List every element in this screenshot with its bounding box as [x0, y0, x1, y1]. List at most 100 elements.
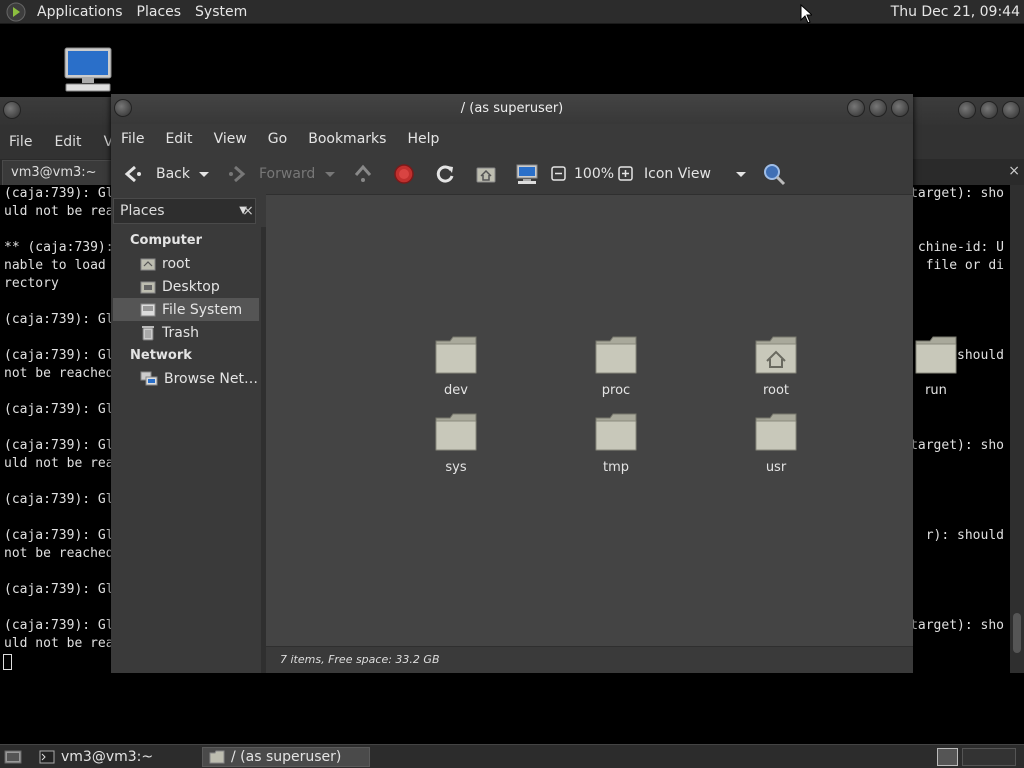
sidebar-item-desktop[interactable]: Desktop: [113, 275, 259, 298]
help-menu[interactable]: Help: [407, 131, 439, 147]
terminal-line-right: file or di: [925, 258, 1004, 273]
terminal-minimize-button[interactable]: [958, 101, 976, 119]
zoom-out-button[interactable]: [551, 154, 567, 194]
back-history-dropdown[interactable]: [198, 154, 210, 194]
forward-history-dropdown[interactable]: [324, 154, 336, 194]
caja-close-button[interactable]: [891, 99, 909, 117]
file-item[interactable]: sys: [411, 412, 501, 475]
zoom-in-button[interactable]: [618, 154, 634, 194]
folder-icon: [435, 413, 477, 451]
terminal-line: (caja:739): Gl: [4, 186, 114, 201]
terminal-line: uld not be rea: [4, 456, 114, 471]
show-desktop-icon: [4, 750, 22, 764]
status-bar: 7 items, Free space: 33.2 GB: [266, 646, 913, 673]
main-toolbar: Back Forward 100% Icon View: [111, 154, 913, 194]
terminal-line: (caja:739): Gl: [4, 312, 114, 327]
file-item[interactable]: run: [891, 335, 981, 398]
forward-label: Forward: [259, 166, 316, 182]
places-sidebar: Computer root Desktop File System Trash …: [111, 227, 261, 673]
places-menu[interactable]: Places: [130, 0, 189, 24]
go-menu[interactable]: Go: [268, 131, 287, 147]
network-icon: [140, 371, 158, 385]
terminal-line: uld not be rea: [4, 204, 114, 219]
file-name: root: [762, 383, 790, 398]
forward-button[interactable]: Forward: [225, 154, 315, 194]
clock[interactable]: Thu Dec 21, 09:44: [891, 0, 1020, 24]
folder-icon: [435, 336, 477, 374]
terminal-menu-button[interactable]: [3, 101, 21, 119]
file-manager-titlebar[interactable]: / (as superuser): [111, 94, 913, 124]
terminal-line-right: target): sho: [910, 438, 1004, 453]
desktop-computer-icon[interactable]: [62, 46, 114, 94]
terminal-scrollbar[interactable]: [1010, 185, 1024, 673]
caja-maximize-button[interactable]: [869, 99, 887, 117]
home-button[interactable]: [475, 154, 497, 194]
side-pane-selector[interactable]: Places ▼: [113, 198, 256, 224]
terminal-line: not be reached: [4, 546, 114, 561]
taskbar-label: vm3@vm3:~: [61, 749, 154, 765]
folder-icon: [595, 336, 637, 374]
view-menu[interactable]: View: [214, 131, 247, 147]
search-button[interactable]: [762, 154, 786, 194]
trash-icon: [142, 325, 154, 340]
chevron-down-icon: [199, 172, 209, 177]
sidebar-item-browse-network[interactable]: Browse Net…: [113, 367, 259, 390]
terminal-left-buttons: [3, 101, 21, 119]
up-button[interactable]: [352, 154, 374, 194]
file-item[interactable]: tmp: [571, 412, 661, 475]
taskbar-terminal[interactable]: vm3@vm3:~: [33, 747, 198, 767]
terminal-close-button[interactable]: [1002, 101, 1020, 119]
terminal-line: (caja:739): Gl: [4, 492, 114, 507]
forward-arrow-icon: [229, 165, 246, 183]
mate-logo-icon[interactable]: [6, 2, 26, 22]
zoom-level[interactable]: 100%: [574, 154, 614, 194]
file-manager-window[interactable]: / (as superuser) File Edit View Go Bookm…: [111, 94, 957, 673]
terminal-file-menu[interactable]: File: [9, 134, 32, 150]
bookmarks-menu[interactable]: Bookmarks: [308, 131, 386, 147]
window-title: / (as superuser): [460, 101, 564, 116]
caja-minimize-button[interactable]: [847, 99, 865, 117]
terminal-tab-close-icon[interactable]: ×: [1008, 163, 1020, 179]
sidebar-item-trash[interactable]: Trash: [113, 321, 259, 344]
reload-button[interactable]: [434, 154, 456, 194]
terminal-line: (caja:739): Gl: [4, 348, 114, 363]
back-button[interactable]: Back: [121, 154, 190, 194]
view-mode-select[interactable]: Icon View: [644, 154, 711, 194]
sidebar-item-file-system[interactable]: File System: [113, 298, 259, 321]
side-pane-label: Places: [120, 203, 165, 219]
terminal-line-right: chine-id: U: [917, 240, 1004, 255]
workspace-2[interactable]: [962, 748, 1016, 766]
file-item[interactable]: dev: [411, 335, 501, 398]
workspace-1[interactable]: [937, 748, 958, 766]
applications-menu[interactable]: Applications: [30, 0, 130, 24]
terminal-line: nable to load: [4, 258, 106, 273]
taskbar-file-manager[interactable]: / (as superuser): [202, 747, 370, 767]
taskbar-label: / (as superuser): [231, 749, 342, 765]
sidebar-item-root[interactable]: root: [113, 252, 259, 275]
terminal-edit-menu[interactable]: Edit: [54, 134, 81, 150]
file-name: run: [925, 383, 947, 398]
mouse-pointer-icon: [800, 4, 812, 24]
file-item[interactable]: proc: [571, 335, 661, 398]
file-icon-view[interactable]: dev proc root run sys tmp usr: [266, 194, 957, 646]
file-menu[interactable]: File: [121, 131, 144, 147]
view-mode-dropdown[interactable]: [735, 154, 747, 194]
chevron-down-icon: [325, 172, 335, 177]
close-side-pane-icon[interactable]: ×: [236, 198, 260, 224]
file-item[interactable]: root: [731, 335, 821, 398]
terminal-scroll-thumb[interactable]: [1013, 613, 1021, 653]
file-name: tmp: [602, 460, 629, 475]
file-item[interactable]: usr: [731, 412, 821, 475]
computer-button[interactable]: [515, 154, 539, 194]
terminal-line: not be reached: [4, 366, 114, 381]
stop-icon: [394, 164, 414, 184]
show-desktop-button[interactable]: [4, 748, 22, 768]
edit-menu[interactable]: Edit: [165, 131, 192, 147]
system-menu[interactable]: System: [188, 0, 254, 24]
terminal-maximize-button[interactable]: [980, 101, 998, 119]
back-arrow-icon: [124, 165, 141, 183]
stop-button[interactable]: [393, 154, 415, 194]
reload-icon: [436, 165, 454, 183]
terminal-tab[interactable]: vm3@vm3:~: [2, 160, 122, 185]
sidebar-item-label: Trash: [162, 324, 199, 341]
